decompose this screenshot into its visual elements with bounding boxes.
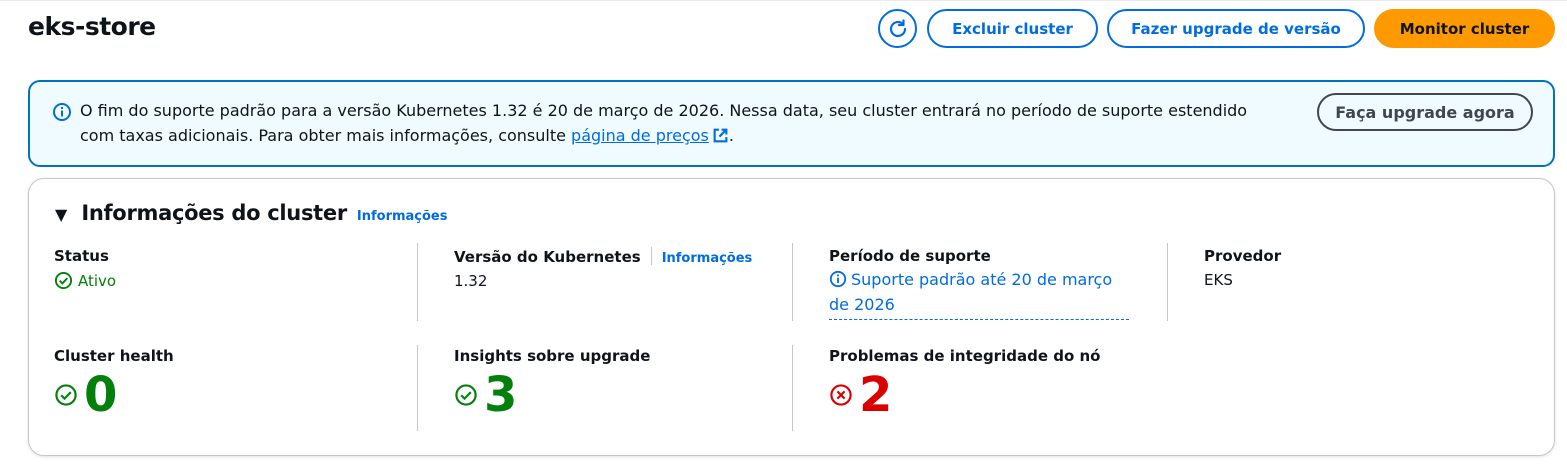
check-circle-icon [455,384,477,406]
pricing-link-text: página de preços [571,126,709,145]
node-health-label: Problemas de integridade do nó [829,347,1101,365]
cluster-health-field: Cluster health 0 [54,347,174,423]
column-divider [417,345,418,431]
k8s-version-value: 1.32 [454,272,488,290]
delete-cluster-button[interactable]: Excluir cluster [927,9,1098,48]
support-period-label: Período de suporte [829,247,991,265]
status-value: Ativo [54,271,116,290]
panel-title: Informações do cluster [81,201,347,225]
monitor-cluster-button[interactable]: Monitor cluster [1374,9,1555,48]
provider-value: EKS [1204,271,1233,289]
refresh-icon [889,18,906,37]
caret-down-icon[interactable]: ▼ [55,205,67,224]
cluster-health-metric[interactable]: 0 [54,367,174,423]
cluster-info-panel: ▼ Informações do cluster Informações Sta… [28,178,1555,456]
upgrade-insights-value: 3 [484,367,518,423]
k8s-version-info-link[interactable]: Informações [662,251,753,266]
node-health-field: Problemas de integridade do nó 2 [829,347,1100,423]
pricing-page-link[interactable]: página de preços [571,126,729,145]
info-circle-icon [829,270,847,288]
cluster-health-label: Cluster health [54,347,174,365]
label-separator [650,247,652,265]
status-text: Ativo [78,271,117,290]
column-divider [1167,243,1168,321]
column-divider [417,243,418,321]
node-health-metric[interactable]: 2 [829,367,1100,423]
column-divider [792,345,793,431]
check-circle-icon [54,271,73,290]
panel-header: ▼ Informações do cluster Informações [55,201,448,225]
k8s-version-field: Versão do Kubernetes Informações 1.32 [454,247,752,290]
refresh-button[interactable] [878,9,917,48]
support-period-field: Período de suporte Suporte padrão até 20… [829,247,1129,320]
cluster-health-value: 0 [84,367,118,423]
support-alert: O fim do suporte padrão para a versão Ku… [28,80,1555,167]
top-divider [0,0,1567,4]
x-circle-icon [830,384,852,406]
page-title: eks-store [28,12,156,41]
upgrade-insights-field: Insights sobre upgrade 3 [454,347,650,423]
upgrade-insights-label: Insights sobre upgrade [454,347,651,365]
cluster-info-link[interactable]: Informações [357,209,448,224]
provider-field: Provedor EKS [1204,247,1281,289]
status-field: Status Ativo [54,247,116,290]
support-period-popover[interactable]: Suporte padrão até 20 de março de 2026 [829,267,1129,320]
alert-text-after: . [728,126,734,145]
alert-message: O fim do suporte padrão para a versão Ku… [80,98,1280,148]
k8s-version-label-row: Versão do Kubernetes Informações [454,247,752,266]
external-link-icon [713,128,728,143]
upgrade-now-button[interactable]: Faça upgrade agora [1317,93,1533,131]
support-period-value: Suporte padrão até 20 de março de 2026 [829,270,1113,314]
k8s-version-label: Versão do Kubernetes [454,248,641,266]
upgrade-insights-metric[interactable]: 3 [454,367,650,423]
provider-label: Provedor [1204,247,1282,265]
column-divider [792,243,793,321]
check-circle-icon [55,384,77,406]
node-health-value: 2 [859,367,893,423]
status-label: Status [54,247,109,265]
info-circle-icon [53,103,71,121]
upgrade-version-button[interactable]: Fazer upgrade de versão [1107,9,1365,48]
